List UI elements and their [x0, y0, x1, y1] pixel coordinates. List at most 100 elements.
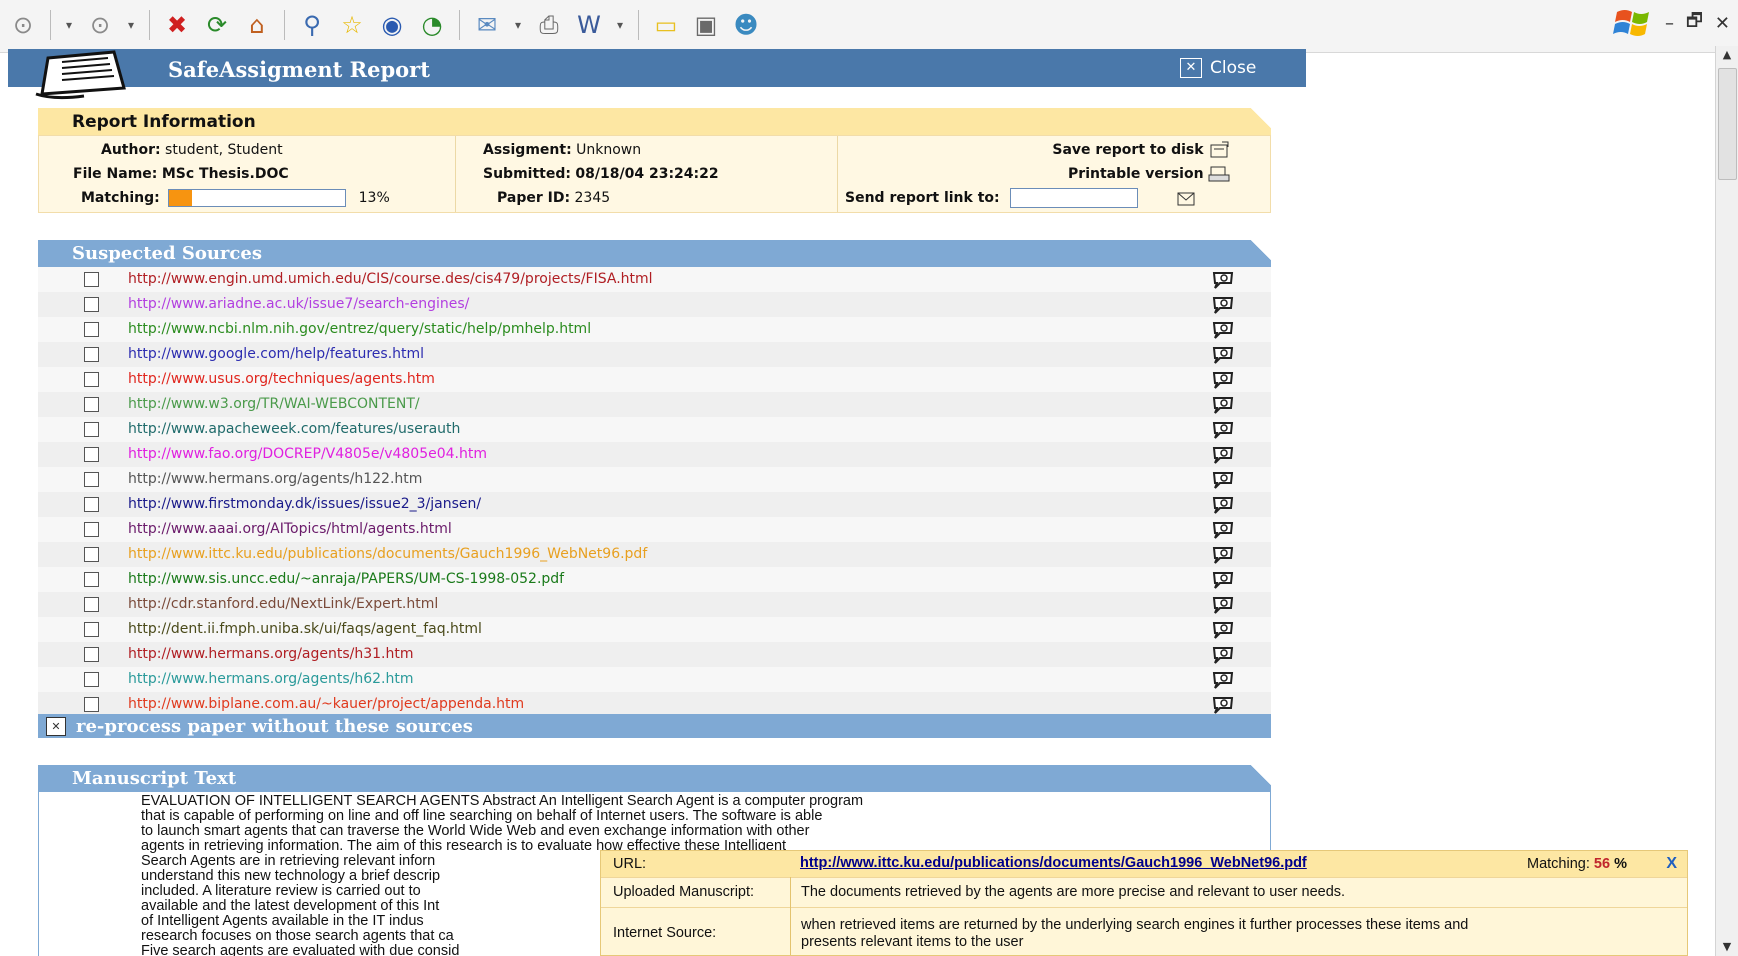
back-icon[interactable]: ⊙: [6, 8, 40, 42]
research-icon[interactable]: ▣: [689, 8, 723, 42]
view-source-icon[interactable]: [1211, 620, 1235, 640]
source-link[interactable]: http://www.google.com/help/features.html: [128, 346, 424, 362]
messenger-icon[interactable]: ☻: [729, 8, 763, 42]
minimize-button[interactable]: –: [1665, 13, 1674, 34]
source-checkbox[interactable]: [84, 522, 99, 537]
source-checkbox[interactable]: [84, 547, 99, 562]
send-mail-icon[interactable]: [1175, 189, 1197, 207]
view-source-icon[interactable]: [1211, 270, 1235, 290]
popup-url-link[interactable]: http://www.ittc.ku.edu/publications/docu…: [800, 855, 1307, 871]
restore-button[interactable]: 🗗: [1686, 8, 1703, 38]
view-source-icon[interactable]: [1211, 395, 1235, 415]
media-icon[interactable]: ◉: [375, 8, 409, 42]
dropdown-arrow-icon[interactable]: ▾: [510, 8, 526, 42]
source-link[interactable]: http://www.ittc.ku.edu/publications/docu…: [128, 546, 647, 562]
print-icon[interactable]: ⎙: [532, 8, 566, 42]
view-source-icon[interactable]: [1211, 345, 1235, 365]
refresh-icon[interactable]: ⟳: [200, 8, 234, 42]
source-checkbox[interactable]: [84, 447, 99, 462]
view-source-icon[interactable]: [1211, 470, 1235, 490]
view-source-icon[interactable]: [1211, 645, 1235, 665]
view-source-icon[interactable]: [1211, 595, 1235, 615]
source-link[interactable]: http://www.engin.umd.umich.edu/CIS/cours…: [128, 271, 653, 287]
source-link[interactable]: http://www.aaai.org/AITopics/html/agents…: [128, 521, 452, 537]
source-checkbox[interactable]: [84, 422, 99, 437]
dropdown-arrow-icon[interactable]: ▾: [61, 8, 77, 42]
source-link[interactable]: http://www.firstmonday.dk/issues/issue2_…: [128, 496, 481, 512]
source-checkbox[interactable]: [84, 572, 99, 587]
source-link[interactable]: http://www.fao.org/DOCREP/V4805e/v4805e0…: [128, 446, 487, 462]
dropdown-arrow-icon[interactable]: ▾: [612, 8, 628, 42]
source-checkbox[interactable]: [84, 272, 99, 287]
source-link[interactable]: http://www.hermans.org/agents/h62.htm: [128, 671, 414, 687]
source-link[interactable]: http://www.sis.uncc.edu/~anraja/PAPERS/U…: [128, 571, 564, 587]
view-source-icon[interactable]: [1211, 520, 1235, 540]
dropdown-arrow-icon[interactable]: ▾: [123, 8, 139, 42]
popup-internet-row: Internet Source: when retrieved items ar…: [601, 907, 1687, 955]
close-report-button[interactable]: ✕ Close: [1180, 58, 1256, 78]
paper-id-value: 2345: [574, 190, 611, 206]
edit-icon[interactable]: W: [572, 8, 606, 42]
popup-matching-unit: %: [1614, 856, 1627, 872]
view-source-icon[interactable]: [1211, 420, 1235, 440]
author-value: student, Student: [165, 142, 283, 158]
source-link[interactable]: http://www.w3.org/TR/WAI-WEBCONTENT/: [128, 396, 420, 412]
source-checkbox[interactable]: [84, 697, 99, 712]
source-checkbox[interactable]: [84, 472, 99, 487]
printable-version-button[interactable]: Printable version: [1068, 162, 1230, 186]
popup-close-button[interactable]: X: [1666, 855, 1677, 873]
view-source-icon[interactable]: [1211, 320, 1235, 340]
source-link[interactable]: http://www.hermans.org/agents/h31.htm: [128, 646, 414, 662]
file-row: File Name: MSc Thesis.DOC: [73, 162, 289, 186]
source-checkbox[interactable]: [84, 497, 99, 512]
view-source-icon[interactable]: [1211, 570, 1235, 590]
source-link[interactable]: http://www.usus.org/techniques/agents.ht…: [128, 371, 435, 387]
vertical-scrollbar[interactable]: ▲ ▼: [1715, 46, 1738, 956]
source-checkbox[interactable]: [84, 622, 99, 637]
home-icon[interactable]: ⌂: [240, 8, 274, 42]
source-link[interactable]: http://dent.ii.fmph.uniba.sk/ui/faqs/age…: [128, 621, 482, 637]
source-link[interactable]: http://www.hermans.org/agents/h122.htm: [128, 471, 422, 487]
send-link-email-input[interactable]: [1010, 188, 1139, 208]
close-window-button[interactable]: ✕: [1715, 13, 1730, 34]
source-checkbox[interactable]: [84, 347, 99, 362]
source-checkbox[interactable]: [84, 397, 99, 412]
source-link[interactable]: http://www.ncbi.nlm.nih.gov/entrez/query…: [128, 321, 591, 337]
source-checkbox[interactable]: [84, 322, 99, 337]
forward-icon[interactable]: ⊙: [83, 8, 117, 42]
stop-icon[interactable]: ✖: [160, 8, 194, 42]
view-source-icon[interactable]: [1211, 545, 1235, 565]
view-source-icon[interactable]: [1211, 670, 1235, 690]
popup-uploaded-text: The documents retrieved by the agents ar…: [801, 884, 1346, 900]
source-link[interactable]: http://www.ariadne.ac.uk/issue7/search-e…: [128, 296, 469, 312]
scroll-up-icon[interactable]: ▲: [1716, 46, 1738, 64]
favorites-icon[interactable]: ☆: [335, 8, 369, 42]
scroll-thumb[interactable]: [1718, 68, 1737, 180]
view-source-icon[interactable]: [1211, 695, 1235, 715]
notes-icon[interactable]: ▭: [649, 8, 683, 42]
mail-icon[interactable]: ✉: [470, 8, 504, 42]
source-checkbox[interactable]: [84, 297, 99, 312]
save-report-button[interactable]: Save report to disk: [1052, 138, 1230, 162]
source-checkbox[interactable]: [84, 672, 99, 687]
view-source-icon[interactable]: [1211, 295, 1235, 315]
matching-progress-bar: [168, 189, 347, 207]
history-icon[interactable]: ◔: [415, 8, 449, 42]
view-source-icon[interactable]: [1211, 495, 1235, 515]
reprocess-button[interactable]: ✕ re-process paper without these sources: [38, 714, 1271, 738]
source-checkbox[interactable]: [84, 647, 99, 662]
source-row: http://www.sis.uncc.edu/~anraja/PAPERS/U…: [38, 567, 1271, 592]
source-checkbox[interactable]: [84, 597, 99, 612]
search-icon[interactable]: ⚲: [295, 8, 329, 42]
toolbar-separator: [284, 10, 285, 40]
popup-uploaded-row: Uploaded Manuscript: The documents retri…: [601, 877, 1687, 908]
windows-logo-icon: [1613, 10, 1649, 36]
scroll-down-icon[interactable]: ▼: [1716, 938, 1738, 956]
source-link[interactable]: http://www.apacheweek.com/features/usera…: [128, 421, 460, 437]
source-link[interactable]: http://www.biplane.com.au/~kauer/project…: [128, 696, 524, 712]
view-source-icon[interactable]: [1211, 445, 1235, 465]
source-checkbox[interactable]: [84, 372, 99, 387]
manuscript-line: that is capable of performing on line an…: [141, 808, 823, 824]
source-link[interactable]: http://cdr.stanford.edu/NextLink/Expert.…: [128, 596, 438, 612]
view-source-icon[interactable]: [1211, 370, 1235, 390]
